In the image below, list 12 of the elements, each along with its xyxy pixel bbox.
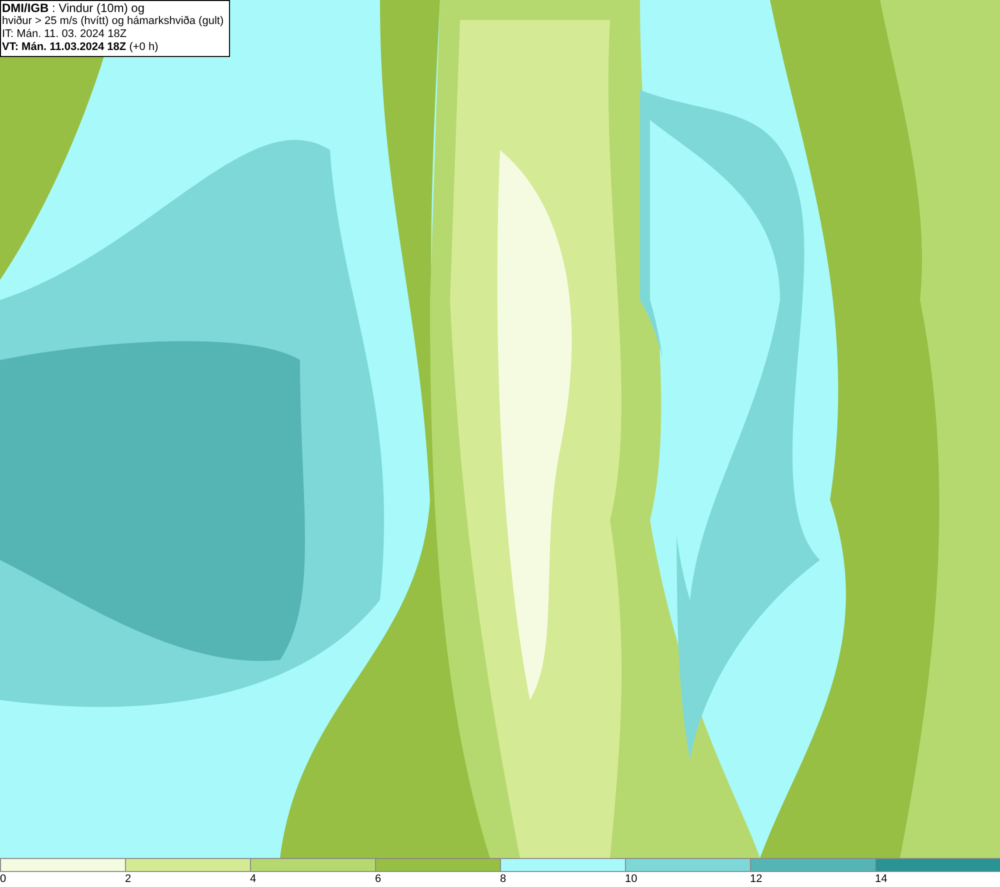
- legend-tick-label: 12: [750, 872, 762, 886]
- title-line: DMI/IGB : Vindur (10m) og: [2, 2, 146, 15]
- legend-tick-label: 14: [875, 872, 888, 886]
- legend-tick-label: 10: [625, 872, 638, 886]
- legend-tick-label: 2: [125, 872, 132, 886]
- title-line: VT: Mán. 11.03.2024 18Z (+0 h): [2, 41, 160, 54]
- title-line: IT: Mán. 11. 03. 2024 18Z: [2, 28, 128, 41]
- legend-tick-label: 8: [500, 872, 506, 886]
- legend-tick-label: 0: [0, 872, 6, 886]
- legend-tick-label: 4: [250, 872, 256, 886]
- title-line: hviður > 25 m/s (hvítt) og hámarkshviða (gult): [2, 15, 225, 28]
- legend-tick-label: 6: [375, 872, 382, 886]
